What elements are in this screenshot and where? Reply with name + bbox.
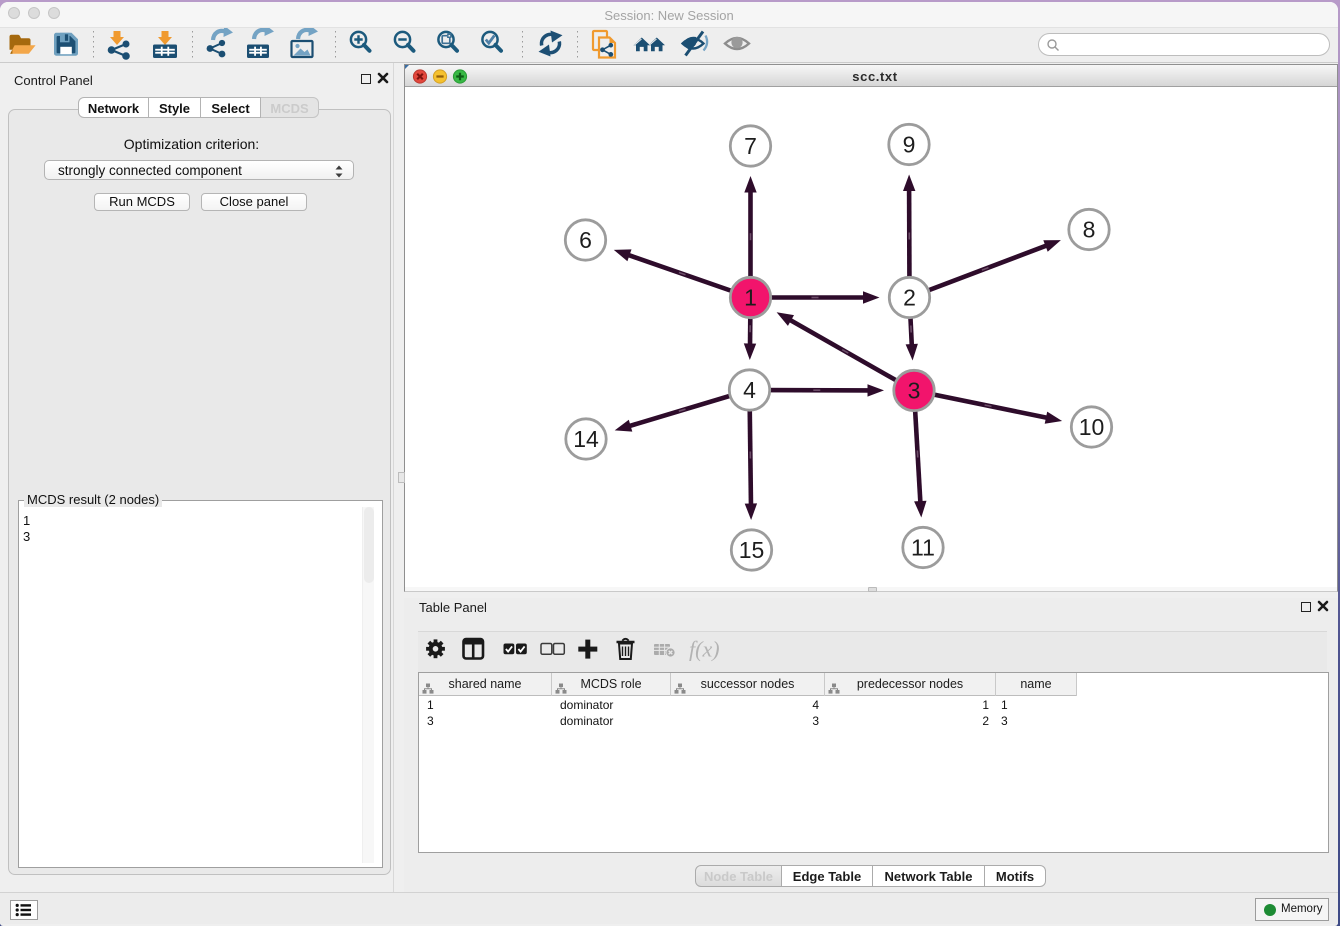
svg-text:3: 3 bbox=[908, 378, 921, 404]
svg-text:8: 8 bbox=[1083, 217, 1096, 243]
svg-text:2: 2 bbox=[903, 285, 916, 311]
svg-text:7: 7 bbox=[744, 133, 757, 159]
svg-text:6: 6 bbox=[579, 227, 592, 253]
svg-text:4: 4 bbox=[743, 377, 756, 403]
svg-text:10: 10 bbox=[1079, 414, 1105, 440]
svg-text:1: 1 bbox=[744, 285, 757, 311]
svg-text:15: 15 bbox=[739, 537, 765, 563]
svg-text:f(x): f(x) bbox=[689, 637, 720, 662]
svg-text:9: 9 bbox=[903, 132, 916, 158]
svg-text:14: 14 bbox=[573, 426, 599, 452]
svg-text:11: 11 bbox=[911, 535, 935, 561]
